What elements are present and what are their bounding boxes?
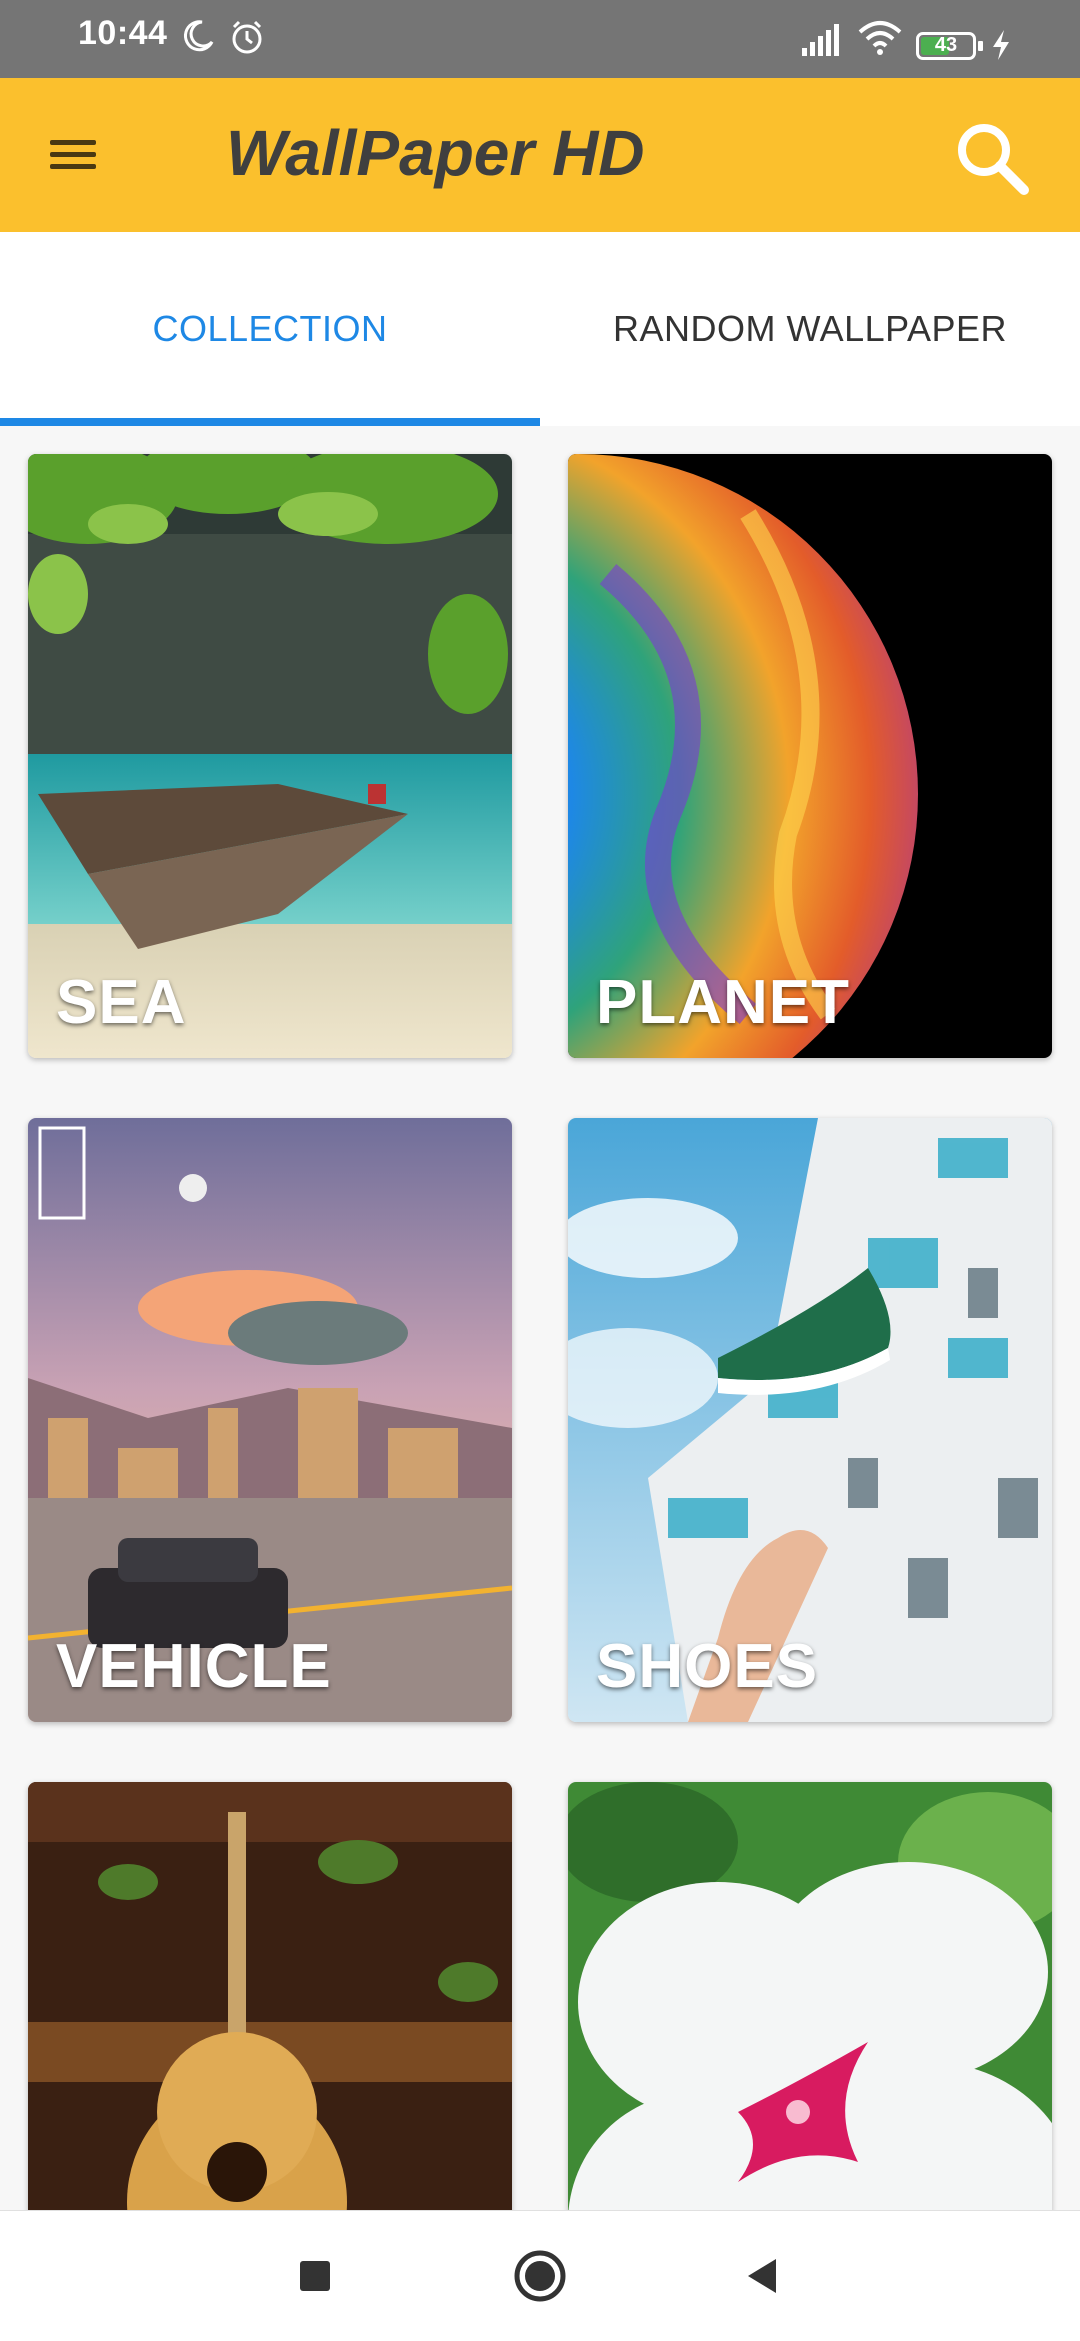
- guitar-thumbnail: [28, 1782, 512, 2210]
- wifi-icon: [858, 20, 902, 61]
- collection-label: SHOES: [596, 1632, 819, 1701]
- home-circle-icon[interactable]: [505, 2241, 575, 2311]
- recents-square-icon[interactable]: [280, 2241, 350, 2311]
- collection-card-guitar[interactable]: [28, 1782, 512, 2210]
- app-title: WallPaper HD: [226, 117, 645, 189]
- tab-bar: COLLECTION RANDOM WALLPAPER: [0, 232, 1080, 426]
- collection-card-vehicle[interactable]: VEHICLE: [28, 1118, 512, 1722]
- collection-grid: SEA PLANET VEHICLE SHOES: [0, 426, 1080, 2210]
- app-bar: WallPaper HD: [0, 78, 1080, 232]
- flower-thumbnail: [568, 1782, 1052, 2210]
- tab-collection[interactable]: COLLECTION: [0, 232, 540, 426]
- battery-tip: [978, 41, 983, 51]
- battery-icon: 43: [916, 32, 976, 60]
- moon-icon: [180, 18, 216, 59]
- collection-card-shoes[interactable]: SHOES: [568, 1118, 1052, 1722]
- alarm-icon: [228, 18, 266, 61]
- back-triangle-icon[interactable]: [728, 2241, 798, 2311]
- signal-icon: [800, 22, 844, 63]
- hamburger-menu-icon[interactable]: [34, 118, 108, 192]
- battery-percent: 43: [934, 34, 958, 56]
- system-nav-bar: [0, 2210, 1080, 2341]
- collection-label: SEA: [56, 968, 187, 1037]
- collection-card-flower[interactable]: [568, 1782, 1052, 2210]
- status-time: 10:44: [78, 14, 168, 52]
- collection-label: PLANET: [596, 968, 850, 1037]
- status-bar: 10:44 43: [0, 0, 1080, 78]
- charging-icon: [990, 28, 1012, 67]
- collection-card-sea[interactable]: SEA: [28, 454, 512, 1058]
- tab-random-wallpaper[interactable]: RANDOM WALLPAPER: [540, 232, 1080, 426]
- search-icon[interactable]: [948, 114, 1038, 204]
- collection-card-planet[interactable]: PLANET: [568, 454, 1052, 1058]
- collection-label: VEHICLE: [56, 1632, 332, 1701]
- tab-indicator: [0, 418, 540, 426]
